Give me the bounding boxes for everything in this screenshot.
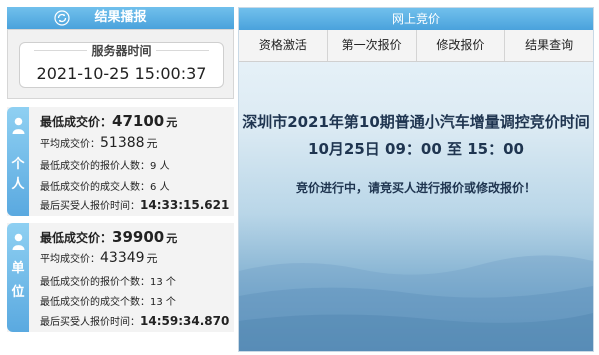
lowest-bid-count-value: 9	[150, 161, 157, 172]
lowest-deal-count-row: 最低成交价的成交个数：13 个	[40, 293, 176, 308]
server-time-label-wrap: 服务器时间	[20, 42, 223, 59]
tab-first-bid[interactable]: 第一次报价	[328, 30, 417, 61]
lowest-deal-count-label: 最低成交价的成交个数：	[40, 297, 150, 308]
unit-label: 元	[166, 116, 178, 129]
avg-price-label: 平均成交价：	[40, 139, 100, 150]
results-broadcast-header: 结果播报	[7, 7, 234, 29]
lowest-price-value: 47100	[112, 112, 165, 130]
lowest-price-row: 最低成交价：47100 元	[40, 112, 177, 130]
last-bid-time-row: 最后买受人报价时间：14:59:34.870	[40, 313, 229, 328]
individual-tab: 个 人	[7, 107, 29, 216]
company-tab: 单 位	[7, 223, 29, 332]
lowest-deal-count-value: 13	[150, 297, 163, 308]
server-time-box: 服务器时间 2021-10-25 15:00:37	[7, 29, 234, 99]
last-bid-time-value: 14:59:34.870	[140, 314, 230, 328]
lowest-price-label: 最低成交价：	[40, 231, 113, 245]
online-bidding-panel: 网上竞价 资格激活 第一次报价 修改报价 结果查询 深圳市2021年第10期普通…	[238, 7, 594, 352]
online-bidding-header: 网上竞价	[239, 8, 593, 30]
avg-price-value: 51388	[100, 135, 145, 151]
lowest-bid-count-value: 13	[150, 277, 163, 288]
unit-label: 元	[146, 252, 158, 265]
bidding-tabs: 资格激活 第一次报价 修改报价 结果查询	[239, 30, 593, 62]
person-icon	[12, 233, 25, 250]
unit-label: 个	[165, 277, 176, 288]
tab-char-1: 单	[11, 261, 25, 276]
lowest-price-label: 最低成交价：	[40, 115, 113, 129]
last-bid-time-row: 最后买受人报价时间：14:33:15.621	[40, 197, 229, 212]
tab-qualification-activation[interactable]: 资格激活	[239, 30, 328, 61]
lowest-deal-count-row: 最低成交价的成交人数：6 人	[40, 178, 170, 193]
avg-price-value: 43349	[100, 250, 145, 266]
lowest-bid-count-label: 最低成交价的报价人数：	[40, 161, 150, 172]
lowest-deal-count-value: 6	[150, 182, 157, 193]
person-icon	[12, 117, 25, 134]
unit-label: 元	[146, 137, 158, 150]
unit-label: 人	[159, 161, 170, 172]
last-bid-time-label: 最后买受人报价时间：	[40, 317, 140, 328]
server-time-label: 服务器时间	[87, 44, 156, 58]
lowest-price-value: 39900	[112, 228, 165, 246]
auction-time: 10月25日 09：00 至 15：00	[308, 140, 524, 158]
auction-title: 深圳市2021年第10期普通小汽车增量调控竞价时间	[242, 113, 590, 131]
lowest-bid-count-row: 最低成交价的报价人数：9 人	[40, 157, 170, 172]
results-broadcast-title: 结果播报	[94, 10, 147, 25]
avg-price-label: 平均成交价：	[40, 254, 100, 265]
individual-results-block: 个 人 最低成交价：47100 元 平均成交价：51388 元 最低成交价的报价人数…	[7, 107, 234, 216]
server-time-value: 2021-10-25 15:00:37	[36, 64, 207, 83]
unit-label: 个	[165, 297, 176, 308]
tab-modify-bid[interactable]: 修改报价	[417, 30, 506, 61]
lowest-bid-count-row: 最低成交价的报价个数：13 个	[40, 273, 176, 288]
tab-char-2: 位	[11, 285, 25, 300]
avg-price-row: 平均成交价：51388 元	[40, 135, 158, 151]
last-bid-time-label: 最后买受人报价时间：	[40, 201, 140, 212]
lowest-bid-count-label: 最低成交价的报价个数：	[40, 277, 150, 288]
tab-result-query[interactable]: 结果查询	[505, 30, 593, 61]
auction-status: 竞价进行中，请竞买人进行报价或修改报价！	[295, 181, 536, 195]
last-bid-time-value: 14:33:15.621	[140, 198, 230, 212]
unit-label: 元	[166, 232, 178, 245]
unit-label: 人	[159, 182, 170, 193]
tab-char-2: 人	[11, 177, 25, 192]
lowest-price-row: 最低成交价：39900 元	[40, 228, 177, 246]
avg-price-row: 平均成交价：43349 元	[40, 250, 158, 266]
server-time-frame: 服务器时间 2021-10-25 15:00:37	[19, 42, 224, 88]
tab-char-1: 个	[11, 157, 25, 172]
lowest-deal-count-label: 最低成交价的成交人数：	[40, 182, 150, 193]
water-background	[239, 255, 593, 351]
company-results-block: 单 位 最低成交价：39900 元 平均成交价：43349 元 最低成交价的报价个数…	[7, 223, 234, 332]
refresh-icon	[54, 10, 70, 26]
